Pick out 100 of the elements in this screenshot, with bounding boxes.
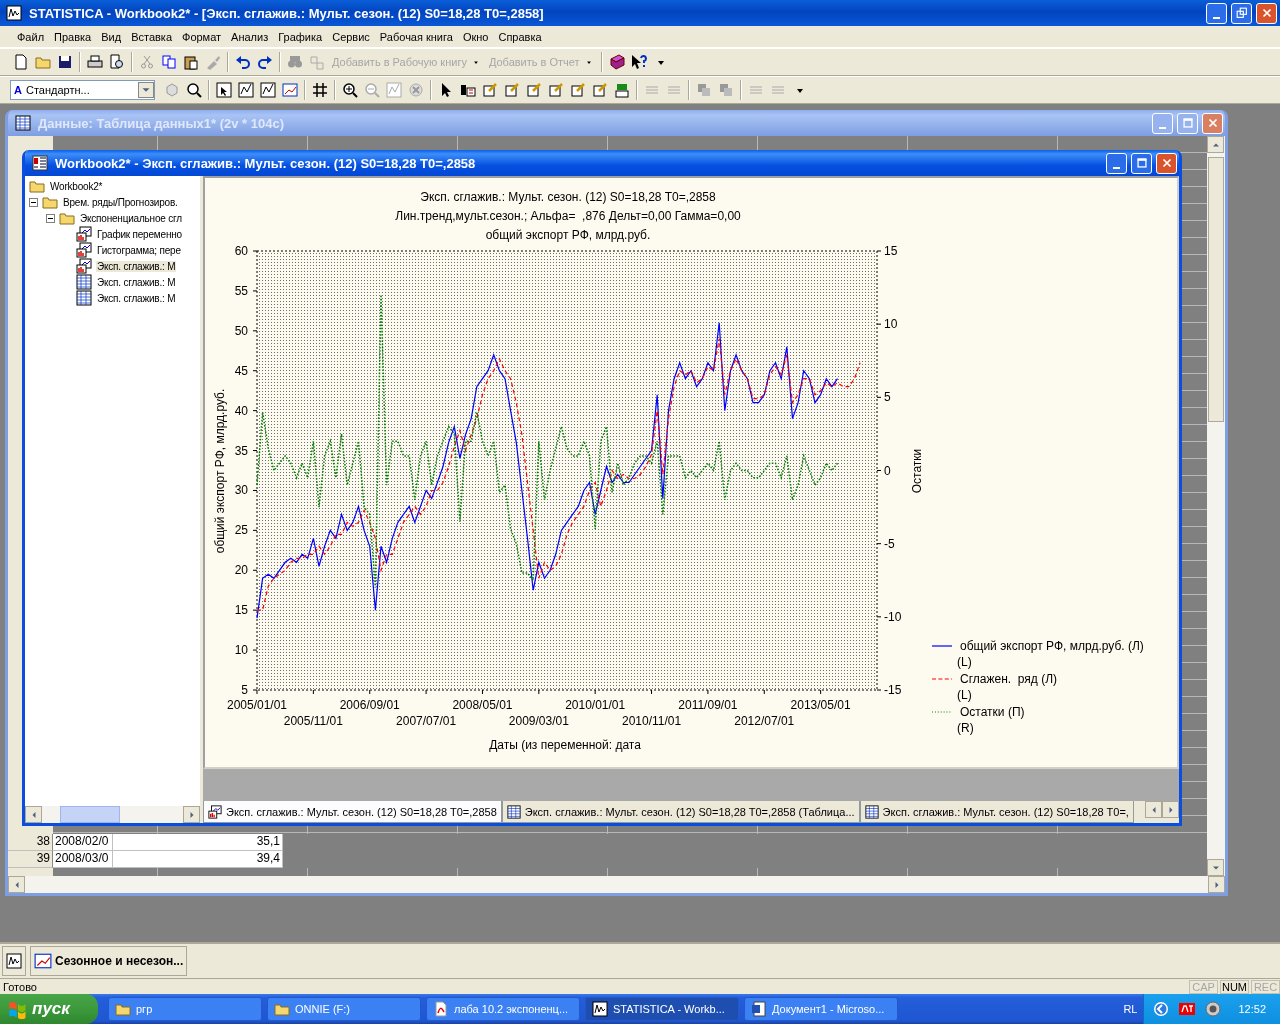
save-icon[interactable] [57, 54, 73, 70]
tree-item[interactable]: Врем. ряды/Прогнозиров. [62, 196, 179, 208]
axis-tick-label: 25 [234, 523, 248, 538]
menu-item[interactable]: Анализ [226, 30, 274, 43]
taskbar-button[interactable]: STATISTICA - Workb... [585, 997, 739, 1021]
menu-item[interactable]: Рабочая книга [374, 30, 458, 43]
tab[interactable]: Эксп. сглажив.: Мульт. сезон. (12) S0=18,28 T0=,2858 (Таблица... [501, 801, 860, 823]
menu-item[interactable]: Сервис [327, 30, 375, 43]
axis-title: Даты (из переменной: дата [489, 738, 641, 752]
tab[interactable]: Эксп. сглажив.: Мульт. сезон. (12) S0=18,28 T0=, [859, 801, 1134, 823]
status-indicator: NUM [1220, 979, 1249, 994]
minimize-icon [1113, 166, 1120, 169]
axis-tick-label: 10 [884, 317, 898, 332]
graph-icon[interactable] [238, 82, 254, 98]
menu-item[interactable]: Файл [12, 30, 50, 43]
maximize-button[interactable] [1131, 152, 1152, 174]
help-pointer-icon[interactable] [630, 54, 647, 70]
print-icon[interactable] [87, 54, 103, 70]
tree-item[interactable]: График переменно [96, 228, 183, 240]
minimize-button[interactable] [1106, 152, 1127, 174]
close-button[interactable] [1156, 152, 1177, 174]
collapse-toggle[interactable] [29, 197, 38, 207]
graph-icon [76, 226, 92, 242]
copy-icon[interactable] [161, 54, 177, 70]
tree-item[interactable]: Workbook2* [49, 180, 104, 192]
tree-item[interactable]: Эксп. сглажив.: М [96, 292, 177, 304]
language-indicator[interactable]: RL [1123, 1003, 1138, 1015]
edit-icon[interactable] [592, 82, 608, 98]
table-icon [76, 290, 92, 306]
zoom-in-icon[interactable] [342, 82, 358, 98]
edit-icon[interactable] [570, 82, 586, 98]
axis-tick-label: 5 [884, 390, 891, 405]
status-indicator: REC [1251, 979, 1280, 994]
axis-tick-label: 45 [234, 363, 248, 378]
select-icon[interactable] [216, 82, 232, 98]
paste-icon[interactable] [183, 54, 199, 70]
print-preview-icon[interactable] [109, 54, 125, 70]
taskbar-button[interactable]: лаба 10.2 экспоненц... [426, 997, 580, 1021]
graph-icon[interactable] [260, 82, 276, 98]
chart-window-icon[interactable] [282, 82, 298, 98]
window-title: STATISTICA - Workbook2* - [Эксп. сглажив.: Мульт. сезон. (12) S0=18,28 T0=,2858] [29, 5, 545, 21]
undo-icon[interactable] [235, 54, 251, 70]
edit-icon[interactable] [482, 82, 498, 98]
book-icon[interactable] [608, 54, 625, 70]
menu-item[interactable]: Вид [96, 30, 127, 43]
legend-label: общий экспорт РФ, млрд.руб. (Л) (L) [957, 639, 1144, 669]
tree-item[interactable]: Эксп. сглажив.: М [96, 276, 177, 288]
taskbar-button[interactable]: ргр [108, 997, 262, 1021]
table-cell: 35,1 [113, 834, 283, 851]
row-number: 39 [8, 851, 53, 868]
menu-item[interactable]: Справка [493, 30, 547, 43]
tree-item[interactable]: Гистограмма; пере [96, 244, 182, 256]
menu-item[interactable]: Окно [457, 30, 494, 43]
axis-tick-label: 0 [884, 463, 891, 478]
axis-tick-label: 2012/07/01 [734, 714, 795, 728]
status-text: Готово [3, 980, 38, 993]
axis-tick-label: 15 [234, 603, 248, 618]
open-folder-icon[interactable] [35, 54, 51, 70]
menu-item[interactable]: Вставка [126, 30, 177, 43]
tree-item[interactable]: Эксп. сглажив.: М [96, 260, 177, 272]
axis-tick-label: 30 [234, 483, 248, 498]
collapse-toggle[interactable] [46, 213, 55, 223]
menu-item[interactable]: Правка [49, 30, 97, 43]
window-icon [32, 155, 48, 171]
axis-tick-label: 15 [884, 244, 898, 258]
axis-tick-label: 20 [234, 563, 248, 578]
restore-button[interactable] [1231, 2, 1252, 24]
taskbar-button[interactable]: ONNIE (F:) [267, 997, 421, 1021]
table-cell: 2008/02/0 [53, 834, 113, 851]
tree-item[interactable]: Экспоненциальное сгл [79, 212, 183, 224]
text-tool-icon[interactable] [460, 82, 476, 98]
menu-item[interactable]: Формат [177, 30, 227, 43]
window-icon [15, 115, 31, 131]
redo-icon[interactable] [257, 54, 273, 70]
menu-item[interactable]: Графика [273, 30, 328, 43]
grid-icon[interactable] [312, 82, 328, 98]
start-button[interactable]: пуск [0, 994, 98, 1024]
edit-icon[interactable] [548, 82, 564, 98]
row-number: 38 [8, 834, 53, 851]
tab[interactable]: Эксп. сглажив.: Мульт. сезон. (12) S0=18,28 T0=,2858 [203, 801, 502, 823]
minimized-window[interactable] [2, 946, 26, 976]
show-hidden-icons-icon[interactable] [1153, 1001, 1170, 1017]
minimized-window[interactable]: Сезонное и несезон... [30, 946, 188, 976]
axis-tick-label: -10 [884, 609, 902, 624]
close-button[interactable] [1256, 2, 1277, 24]
tray-app-icon[interactable] [1205, 1001, 1222, 1017]
magnifier-icon[interactable] [186, 82, 202, 98]
edit-icon[interactable] [504, 82, 520, 98]
folder-icon [59, 210, 75, 226]
restore-icon [1234, 6, 1249, 20]
edit-icon[interactable] [526, 82, 542, 98]
table-icon [864, 804, 879, 819]
taskbar-button[interactable]: Документ1 - Microso... [744, 997, 898, 1021]
app-icon [6, 5, 22, 21]
style-dropdown[interactable]: A Стандартн... [10, 80, 155, 100]
stamp-icon[interactable] [614, 82, 630, 98]
new-file-icon[interactable] [13, 54, 29, 70]
tray-app-icon[interactable] [1179, 1001, 1196, 1017]
minimize-button[interactable] [1206, 2, 1227, 24]
horizontal-scrollbar[interactable] [25, 806, 200, 823]
